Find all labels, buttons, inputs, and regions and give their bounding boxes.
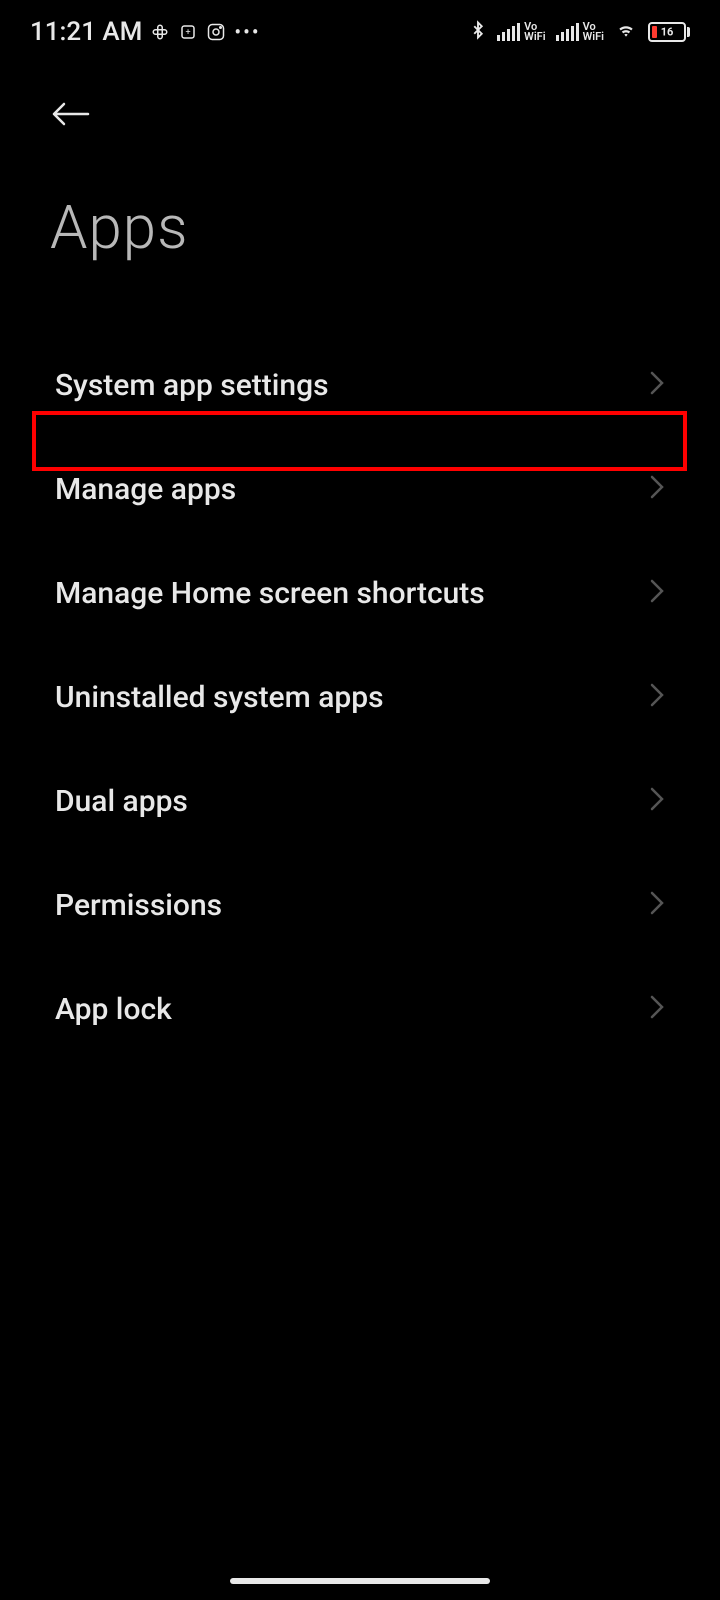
status-bar-left: 11:21 AM + ••• [30, 17, 261, 47]
vowifi-bottom: WiFi [583, 32, 604, 42]
svg-text:+: + [186, 28, 191, 38]
settings-item-app-lock[interactable]: App lock [0, 957, 720, 1061]
vowifi-label-1: Vo WiFi [524, 22, 545, 42]
settings-item-label: Permissions [55, 888, 222, 923]
more-notifications-icon: ••• [234, 20, 260, 44]
chevron-right-icon [649, 994, 665, 1024]
settings-item-label: Manage Home screen shortcuts [55, 576, 485, 611]
signal-bars-icon [497, 23, 520, 41]
settings-item-dual-apps[interactable]: Dual apps [0, 749, 720, 853]
vowifi-label-2: Vo WiFi [583, 22, 604, 42]
vowifi-bottom: WiFi [524, 32, 545, 42]
settings-item-home-screen-shortcuts[interactable]: Manage Home screen shortcuts [0, 541, 720, 645]
settings-item-label: System app settings [55, 368, 329, 403]
settings-item-label: Manage apps [55, 472, 236, 507]
signal-bars-icon [556, 23, 579, 41]
bluetooth-icon [469, 19, 487, 45]
slack-icon [150, 22, 170, 42]
status-bar: 11:21 AM + ••• [0, 0, 720, 60]
settings-item-label: App lock [55, 992, 172, 1027]
page-header: Apps [0, 60, 720, 273]
chevron-right-icon [649, 786, 665, 816]
app-icon: + [178, 22, 198, 42]
home-indicator[interactable] [230, 1578, 490, 1584]
status-bar-right: Vo WiFi Vo WiFi 16 [469, 19, 690, 45]
settings-item-label: Dual apps [55, 784, 188, 819]
battery-indicator: 16 [648, 22, 690, 42]
sim2-signal: Vo WiFi [556, 22, 604, 42]
page-title: Apps [50, 192, 670, 263]
instagram-icon [206, 22, 226, 42]
status-time: 11:21 AM [30, 17, 142, 47]
chevron-right-icon [649, 474, 665, 504]
back-button[interactable] [50, 90, 90, 142]
sim1-signal: Vo WiFi [497, 22, 545, 42]
battery-level: 16 [661, 26, 674, 39]
settings-item-manage-apps[interactable]: Manage apps [0, 437, 720, 541]
chevron-right-icon [649, 578, 665, 608]
settings-item-uninstalled-system-apps[interactable]: Uninstalled system apps [0, 645, 720, 749]
settings-item-system-app-settings[interactable]: System app settings [0, 333, 720, 437]
chevron-right-icon [649, 682, 665, 712]
chevron-right-icon [649, 370, 665, 400]
wifi-icon [614, 20, 638, 44]
settings-item-label: Uninstalled system apps [55, 680, 384, 715]
chevron-right-icon [649, 890, 665, 920]
battery-fill [652, 26, 657, 38]
settings-list: System app settings Manage apps Manage H… [0, 333, 720, 1061]
settings-item-permissions[interactable]: Permissions [0, 853, 720, 957]
